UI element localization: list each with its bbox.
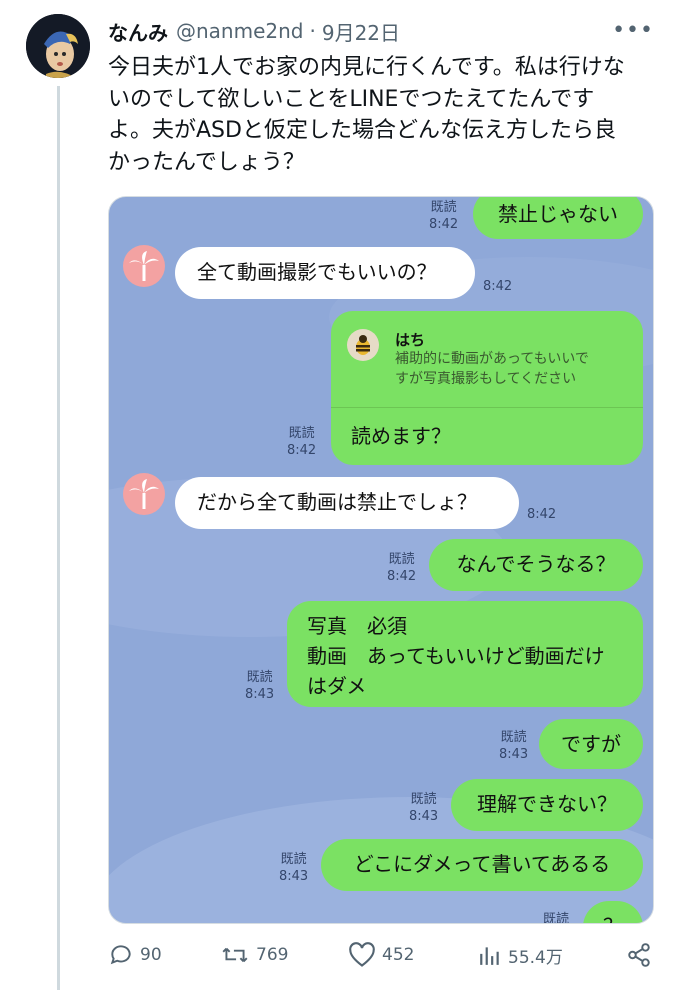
read-receipt: 既読 (280, 852, 307, 867)
read-receipt: 既読 (246, 670, 273, 685)
message-meta: 既読 8:43 (245, 669, 274, 703)
message-bubble-sent[interactable]: なんでそうなる？ (429, 539, 643, 591)
message-time: 8:42 (483, 279, 513, 294)
bee-icon (347, 329, 379, 361)
message-meta: 既読 8:43 (279, 851, 308, 885)
tweet-text: 今日夫が1人でお家の内見に行くんです。私は行けな いのでして欲しいことをLINE… (108, 52, 648, 178)
message-bubble-sent[interactable]: ですが (539, 719, 643, 769)
thread-line (57, 86, 60, 990)
views-icon (480, 947, 499, 965)
message-line: はダメ (307, 674, 367, 698)
message-bubble-sent[interactable]: 写真 必須 動画 あってもいいけど動画だけ はダメ (287, 601, 643, 707)
separator: · (309, 19, 316, 43)
message-meta: 既読 8:43 (499, 729, 528, 763)
quote-text-line: 補助的に動画があってもいいで (395, 351, 589, 367)
like-button[interactable]: 452 (348, 942, 414, 968)
message-bubble-sent[interactable]: 禁止じゃない (473, 197, 643, 239)
message-time: 8:42 (429, 217, 459, 232)
message-meta: 既読 8:42 (387, 551, 416, 585)
read-receipt: 既読 (388, 552, 415, 567)
reply-icon (110, 945, 131, 965)
message-meta: 既読 (543, 911, 570, 924)
message-time: 8:43 (409, 809, 439, 824)
read-receipt: 既読 (410, 792, 437, 807)
user-handle[interactable]: @nanme2nd (176, 19, 304, 43)
retweet-count: 769 (256, 945, 289, 965)
like-icon (349, 942, 375, 967)
palm-tree-glyph (129, 479, 159, 509)
message-text: 読めます？ (351, 424, 451, 448)
palm-tree-icon[interactable] (123, 245, 165, 287)
read-receipt: 既読 (543, 912, 570, 924)
message-time: 8:42 (287, 443, 317, 458)
message-bubble-sent[interactable]: 理解できない？ (451, 779, 643, 831)
quoted-message[interactable]: はち 補助的に動画があってもいいで すが写真撮影もしてください (331, 311, 643, 408)
retweet-button[interactable]: 769 (220, 942, 288, 968)
message-meta: 既読 8:42 (429, 199, 458, 233)
message-time: 8:43 (245, 687, 275, 702)
avatar-image (26, 14, 90, 78)
quote-text: 補助的に動画があってもいいで すが写真撮影もしてください (395, 349, 635, 389)
message-bubble-received[interactable]: 全て動画撮影でもいいの？ (175, 247, 475, 299)
bee-glyph (356, 335, 370, 355)
tweet-date[interactable]: 9月22日 (322, 17, 400, 46)
views-button[interactable]: 55.4万 (478, 942, 563, 968)
tweet-header: なんみ @nanme2nd · 9月22日 (108, 16, 628, 46)
palm-tree-icon[interactable] (123, 473, 165, 515)
share-icon (628, 943, 650, 967)
tweet-text-line: かったんでしょう？ (108, 149, 305, 175)
message-meta: 既読 8:42 (287, 425, 316, 459)
display-name[interactable]: なんみ (108, 17, 168, 46)
read-receipt: 既読 (288, 426, 315, 441)
message-bubble-sent[interactable]: どこにダメって書いてあるる (321, 839, 643, 891)
message-time: 8:43 (279, 869, 309, 884)
quote-text-line: すが写真撮影もしてください (395, 371, 577, 387)
tweet-text-line: いのでして欲しいことをLINEでつたえてたんです (108, 86, 595, 112)
read-receipt: 既読 (430, 200, 457, 215)
read-receipt: 既読 (500, 730, 527, 745)
message-line: 写真 必須 (307, 614, 407, 638)
message-bubble-received[interactable]: だから全て動画は禁止でしょ？ (175, 477, 519, 529)
message-time: 8:42 (527, 507, 557, 522)
tweet-actions: 90 769 452 55.4万 (108, 942, 654, 976)
share-button[interactable] (626, 942, 658, 968)
avatar[interactable] (26, 14, 90, 78)
like-count: 452 (382, 945, 415, 965)
message-meta: 既読 8:43 (409, 791, 438, 825)
message-time: 8:42 (387, 569, 417, 584)
retweet-icon (222, 947, 248, 963)
attached-image-line-chat[interactable]: 既読 8:42 禁止じゃない 全て動画撮影でもいいの？ 8:42 既読 8:42… (108, 196, 654, 924)
message-bubble-sent-with-quote[interactable]: はち 補助的に動画があってもいいで すが写真撮影もしてください 読めます？ (331, 311, 643, 465)
views-count: 55.4万 (508, 947, 563, 968)
message-time: 8:43 (499, 747, 529, 762)
palm-tree-glyph (129, 251, 159, 281)
tweet-text-line: よ。夫がASDと仮定した場合どんな伝え方したら良 (108, 118, 616, 143)
message-line: 動画 あってもいいけど動画だけ (307, 644, 605, 668)
more-icon[interactable]: ••• (612, 18, 654, 43)
tweet-text-line: 今日夫が1人でお家の内見に行くんです。私は行けな (108, 55, 625, 80)
reply-button[interactable]: 90 (108, 942, 162, 968)
reply-count: 90 (140, 945, 162, 965)
